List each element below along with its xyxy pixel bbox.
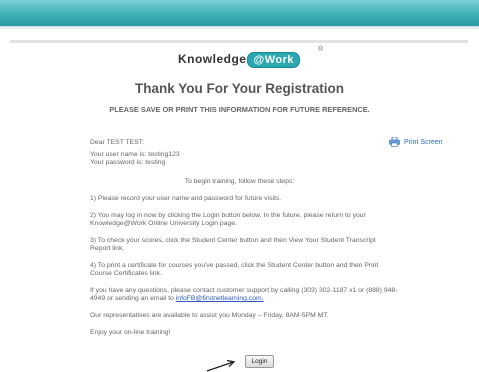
header-bar [0,0,479,26]
logo-text: Knowledge [177,52,247,66]
knowledge-at-work-logo: Knowledge @Work ® [0,46,479,68]
logo-registered-mark: ® [318,46,324,53]
divider [10,40,468,43]
greeting: Dear TEST TEST: [90,139,145,146]
step-1: 1) Please record your user name and pass… [90,195,282,202]
support-email-link[interactable]: infoFB@firstnetlearning.com. [176,295,264,302]
step-4-cont: Course Certificates link. [90,270,162,277]
page-subtitle: PLEASE SAVE OR PRINT THIS INFORMATION FO… [109,105,370,114]
logo-at-work: @Work [247,52,301,68]
closing-text: Enjoy your on-line training! [90,329,171,336]
arrow-pointer-icon [206,359,236,372]
header-shadow [0,26,479,30]
password-line: Your password is: testing [90,159,166,166]
print-screen-link[interactable]: Print Screen [404,139,443,146]
step-3: 3) To check your scores, click the Stude… [90,237,376,244]
support-prefix: 4949 or sending an email to [90,295,176,302]
login-button[interactable]: Login [245,355,274,368]
printer-icon[interactable] [389,137,400,147]
steps-intro: To begin training, follow these steps: [184,178,295,185]
hours-text: Our representatives are available to ass… [90,312,329,319]
page-title: Thank You For Your Registration [134,81,345,96]
step-2-cont: Knowledge@Work Online University Login p… [90,220,237,227]
support-line-2: 4949 or sending an email to infoFB@first… [90,295,264,303]
step-3-cont: Report link. [90,245,125,252]
